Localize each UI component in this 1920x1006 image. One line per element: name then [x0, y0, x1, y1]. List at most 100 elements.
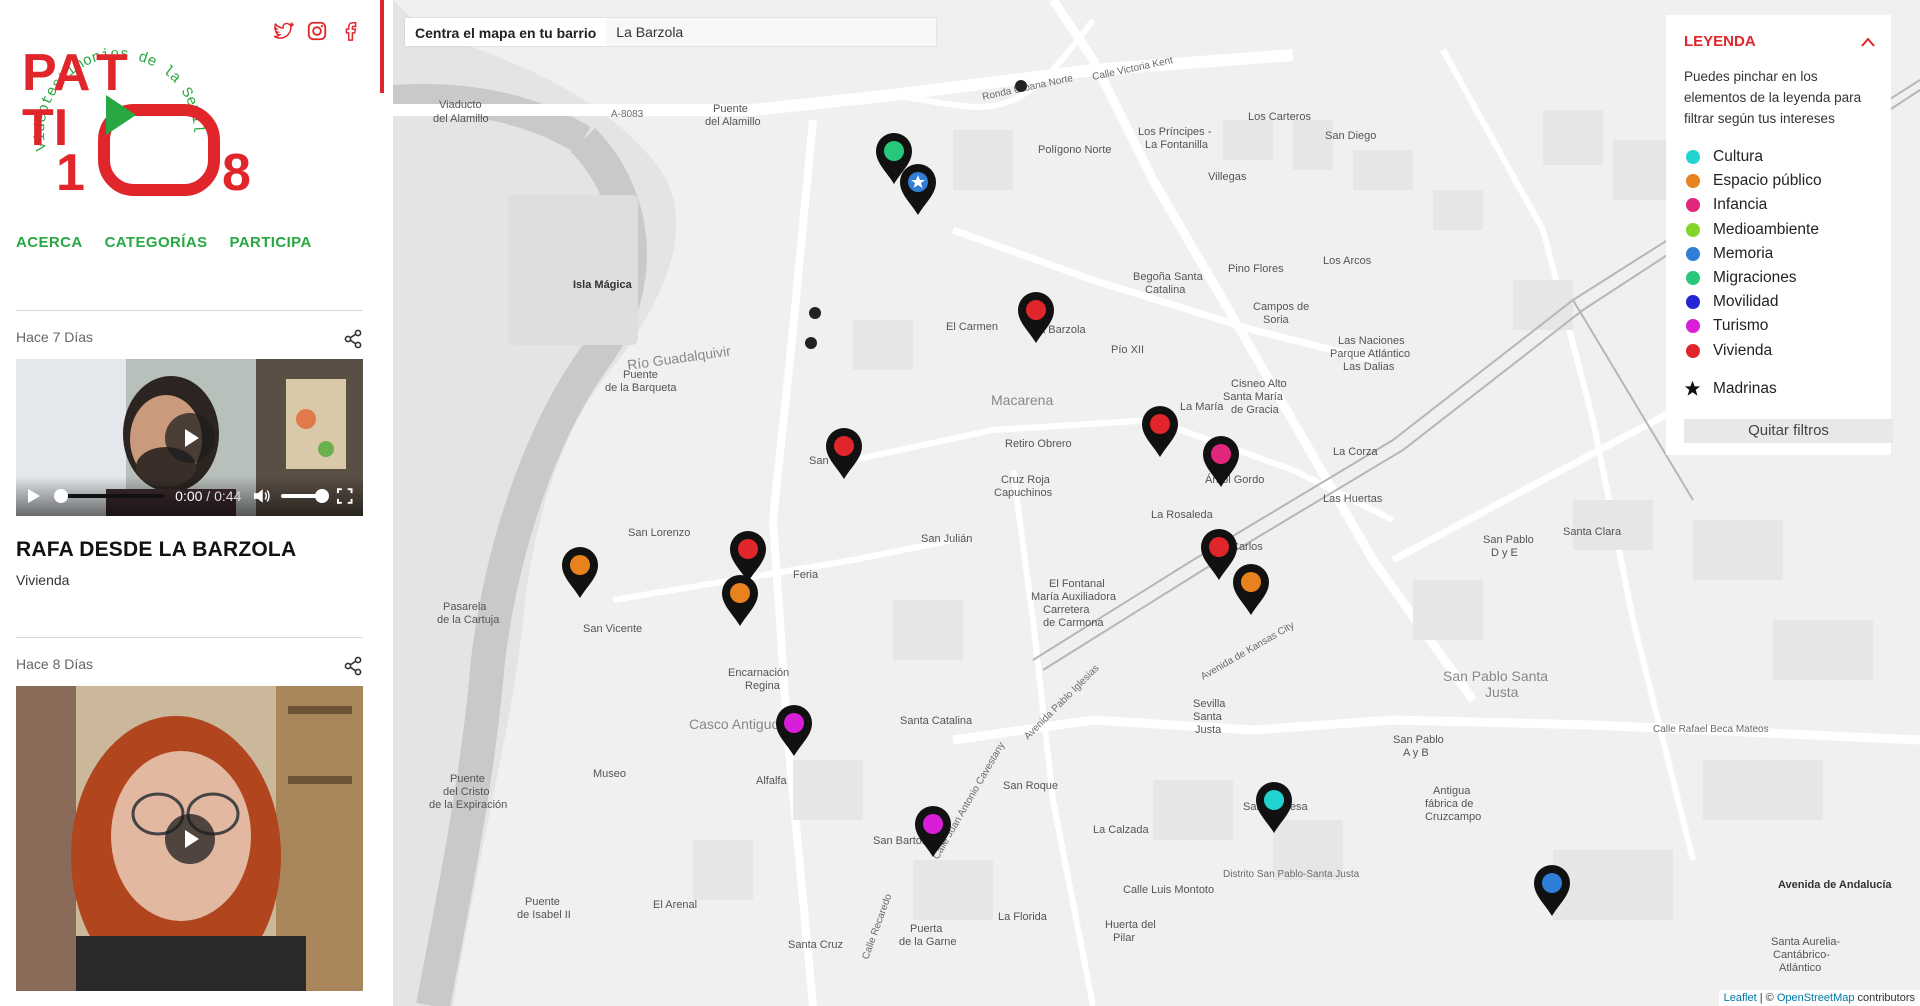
svg-text:Santa Clara: Santa Clara: [1563, 526, 1622, 538]
map-marker-vivienda[interactable]: [824, 426, 864, 480]
svg-text:El Arenal: El Arenal: [653, 899, 697, 911]
svg-text:La María: La María: [1180, 401, 1224, 413]
svg-text:Sevilla: Sevilla: [1193, 698, 1226, 710]
chevron-up-icon[interactable]: [1861, 37, 1875, 47]
leaflet-link[interactable]: Leaflet: [1724, 992, 1757, 1004]
legend-item-medioambiente[interactable]: Medioambiente: [1684, 218, 1873, 242]
svg-text:de Isabel II: de Isabel II: [517, 909, 571, 921]
legend-item-turismo[interactable]: Turismo: [1684, 314, 1873, 338]
legend-item-migraciones[interactable]: Migraciones: [1684, 266, 1873, 290]
svg-text:de Carmona: de Carmona: [1043, 617, 1104, 629]
svg-text:Las Dalias: Las Dalias: [1343, 361, 1395, 373]
volume-slider[interactable]: [280, 489, 330, 503]
svg-text:de la Expiración: de la Expiración: [429, 799, 507, 811]
svg-text:Pino Flores: Pino Flores: [1228, 263, 1284, 275]
barrio-search-input[interactable]: [606, 18, 937, 46]
post-title[interactable]: RAFA DESDE LA BARZOLA: [16, 538, 363, 562]
svg-text:Santa María: Santa María: [1223, 391, 1284, 403]
svg-text:de la Barqueta: de la Barqueta: [605, 382, 677, 394]
share-icon[interactable]: [343, 656, 363, 676]
map-marker-turismo[interactable]: [913, 804, 953, 858]
divider: [16, 637, 363, 638]
seek-handle[interactable]: [53, 489, 68, 503]
cultura-dot-icon: [1686, 150, 1700, 165]
svg-text:A y B: A y B: [1403, 747, 1429, 759]
legend-item-cultura[interactable]: Cultura: [1684, 145, 1873, 169]
legend-item-movilidad[interactable]: Movilidad: [1684, 290, 1873, 314]
video-play-button[interactable]: [164, 813, 215, 864]
volume-handle[interactable]: [315, 489, 330, 503]
nav-participa[interactable]: PARTICIPA: [229, 234, 311, 251]
sidebar: Videotestimonios de la Sevilla pos-COVID…: [0, 0, 393, 1006]
svg-text:San Lorenzo: San Lorenzo: [628, 527, 690, 539]
map-marker-cultura[interactable]: [1254, 780, 1294, 834]
share-icon[interactable]: [343, 329, 363, 349]
nav-categorias[interactable]: CATEGORÍAS: [105, 234, 208, 251]
svg-text:fábrica de: fábrica de: [1425, 798, 1473, 810]
svg-text:del Cristo: del Cristo: [443, 786, 489, 798]
svg-text:Los Carteros: Los Carteros: [1248, 111, 1311, 123]
legend-item-label: Migraciones: [1713, 269, 1797, 287]
map-marker-espacio-publico[interactable]: [720, 573, 760, 627]
svg-text:Pilar: Pilar: [1113, 932, 1135, 944]
nav-acerca[interactable]: ACERCA: [16, 234, 83, 251]
legend-item-label: Medioambiente: [1713, 220, 1819, 238]
legend-title: LEYENDA: [1684, 33, 1756, 50]
map-marker-espacio-publico[interactable]: [1231, 562, 1271, 616]
clear-filters-button[interactable]: Quitar filtros: [1684, 418, 1893, 443]
legend-item-espacio-publico[interactable]: Espacio público: [1684, 169, 1873, 193]
svg-text:Regina: Regina: [745, 680, 781, 692]
svg-text:San Roque: San Roque: [1003, 780, 1058, 792]
barrio-search-label: Centra el mapa en tu barrio: [415, 25, 597, 41]
map-marker-memoria-madrina[interactable]: [898, 162, 938, 216]
svg-text:Capuchinos: Capuchinos: [994, 487, 1053, 499]
attribution-contributors: contributors: [1854, 992, 1915, 1004]
social-links: [272, 20, 362, 42]
svg-text:Isla Mágica: Isla Mágica: [573, 279, 633, 291]
seek-bar[interactable]: [53, 489, 166, 503]
twitter-icon[interactable]: [272, 20, 294, 42]
legend-item-label: Infancia: [1713, 196, 1768, 214]
fullscreen-icon[interactable]: [337, 488, 353, 504]
svg-text:Puente: Puente: [713, 103, 748, 115]
svg-text:Begoña Santa: Begoña Santa: [1133, 271, 1204, 283]
svg-text:T: T: [96, 44, 128, 102]
video-post: Hace 7 Días 0:00 / 0:44 RAFA DESDE LA BA…: [16, 329, 363, 588]
map-marker-vivienda[interactable]: [1140, 404, 1180, 458]
video-player[interactable]: [16, 686, 363, 991]
map-marker-infancia[interactable]: [1201, 434, 1241, 488]
infancia-dot-icon: [1686, 198, 1700, 213]
svg-text:Parque Atlántico: Parque Atlántico: [1330, 348, 1410, 360]
svg-text:San Julián: San Julián: [921, 533, 972, 545]
svg-text:San Pablo: San Pablo: [1483, 534, 1534, 546]
post-time: Hace 7 Días: [16, 329, 94, 345]
svg-text:8: 8: [222, 144, 251, 200]
volume-icon[interactable]: [253, 488, 271, 504]
map-marker-turismo[interactable]: [774, 703, 814, 757]
map-marker-espacio-publico[interactable]: [560, 545, 600, 599]
svg-text:Los Arcos: Los Arcos: [1323, 255, 1372, 267]
play-icon[interactable]: [26, 489, 40, 503]
map[interactable]: Viaducto del Alamillo Puente del Alamill…: [393, 0, 1920, 1006]
facebook-icon[interactable]: [340, 20, 362, 42]
video-play-button[interactable]: [164, 412, 215, 463]
svg-text:Retiro Obrero: Retiro Obrero: [1005, 438, 1072, 450]
svg-text:Carretera: Carretera: [1043, 604, 1090, 616]
osm-link[interactable]: OpenStreetMap: [1777, 992, 1855, 1004]
legend-item-infancia[interactable]: Infancia: [1684, 193, 1873, 217]
svg-text:Feria: Feria: [793, 569, 819, 581]
video-player[interactable]: 0:00 / 0:44: [16, 359, 363, 516]
svg-text:Polígono Norte: Polígono Norte: [1038, 144, 1111, 156]
patio108-logo[interactable]: Videotestimonios de la Sevilla pos-COVID…: [16, 20, 286, 200]
svg-text:Macarena: Macarena: [991, 392, 1053, 408]
map-marker-vivienda[interactable]: [1016, 290, 1056, 344]
svg-text:D y E: D y E: [1491, 547, 1518, 559]
instagram-icon[interactable]: [306, 20, 328, 42]
legend-item-label: Movilidad: [1713, 293, 1779, 311]
legend-item-memoria[interactable]: Memoria: [1684, 242, 1873, 266]
legend-item-vivienda[interactable]: Vivienda: [1684, 339, 1873, 363]
svg-text:Santa Aurelia-: Santa Aurelia-: [1771, 936, 1840, 948]
medioambiente-dot-icon: [1686, 222, 1700, 237]
legend-item-madrinas[interactable]: Madrinas: [1684, 377, 1873, 401]
map-marker-memoria[interactable]: [1532, 863, 1572, 917]
